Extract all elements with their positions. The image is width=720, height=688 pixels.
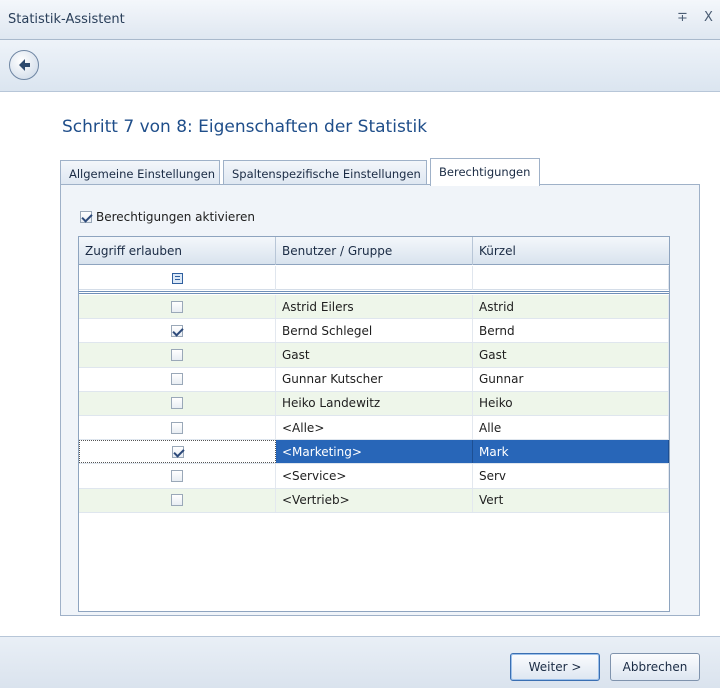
cancel-button[interactable]: Abbrechen bbox=[610, 653, 700, 681]
navigation-bar bbox=[0, 40, 720, 92]
next-button[interactable]: Weiter > bbox=[510, 653, 600, 681]
access-checkbox[interactable] bbox=[171, 324, 183, 337]
grid-header: Zugriff erlauben Benutzer / Gruppe Kürze… bbox=[79, 237, 669, 265]
activate-permissions-label: Berechtigungen aktivieren bbox=[96, 210, 255, 224]
table-row[interactable]: <Service> Serv bbox=[79, 464, 669, 489]
short-cell: Vert bbox=[473, 488, 669, 512]
window-title: Statistik-Assistent bbox=[8, 12, 125, 27]
short-cell: Alle bbox=[473, 415, 669, 440]
tab-allgemeine-einstellungen[interactable]: Allgemeine Einstellungen bbox=[60, 160, 220, 186]
short-cell: Heiko bbox=[473, 391, 669, 415]
title-bar: Statistik-Assistent ∓ X bbox=[0, 0, 720, 40]
short-cell: Gunnar bbox=[473, 367, 669, 391]
user-cell: Gast bbox=[276, 343, 473, 367]
table-row[interactable]: <Alle> Alle bbox=[79, 415, 669, 441]
table-row[interactable]: <Vertrieb> Vert bbox=[79, 488, 669, 513]
back-button[interactable] bbox=[9, 50, 39, 80]
filter-cell-short[interactable] bbox=[473, 266, 669, 290]
column-header-short[interactable]: Kürzel bbox=[473, 237, 669, 265]
table-row[interactable]: Gast Gast bbox=[79, 343, 669, 368]
table-row[interactable]: Heiko Landewitz Heiko bbox=[79, 391, 669, 416]
grid-separator bbox=[79, 291, 669, 294]
access-checkbox[interactable] bbox=[171, 494, 183, 507]
access-checkbox[interactable] bbox=[171, 373, 183, 386]
user-cell: <Service> bbox=[276, 464, 473, 488]
filter-cell-access[interactable] bbox=[79, 266, 276, 290]
back-arrow-icon bbox=[19, 59, 30, 71]
user-cell: Gunnar Kutscher bbox=[276, 367, 473, 391]
short-cell: Bernd bbox=[473, 319, 669, 343]
pin-icon[interactable]: ∓ bbox=[677, 10, 688, 25]
close-icon[interactable]: X bbox=[704, 10, 713, 25]
table-row[interactable]: Astrid Eilers Astrid bbox=[79, 295, 669, 320]
table-row-selected[interactable]: <Marketing> Mark bbox=[79, 440, 669, 465]
access-checkbox[interactable] bbox=[171, 397, 183, 410]
user-cell: <Vertrieb> bbox=[276, 488, 473, 512]
permissions-grid[interactable]: Zugriff erlauben Benutzer / Gruppe Kürze… bbox=[78, 236, 670, 612]
table-row[interactable]: Bernd Schlegel Bernd bbox=[79, 319, 669, 344]
user-cell: <Alle> bbox=[276, 415, 473, 440]
column-header-user[interactable]: Benutzer / Gruppe bbox=[276, 237, 473, 265]
user-cell: Heiko Landewitz bbox=[276, 391, 473, 415]
short-cell: Serv bbox=[473, 464, 669, 488]
access-checkbox[interactable] bbox=[171, 300, 183, 313]
filter-cell-user[interactable] bbox=[276, 266, 473, 290]
step-title: Schritt 7 von 8: Eigenschaften der Stati… bbox=[62, 117, 428, 137]
access-checkbox[interactable] bbox=[171, 421, 183, 434]
activate-permissions-checkbox[interactable] bbox=[80, 211, 92, 223]
short-cell: Astrid bbox=[473, 295, 669, 319]
grid-rows: Astrid Eilers Astrid Bernd Schlegel Bern… bbox=[79, 295, 669, 513]
access-checkbox[interactable] bbox=[171, 445, 184, 458]
user-cell: <Marketing> bbox=[276, 440, 473, 464]
filter-row bbox=[79, 266, 669, 290]
user-cell: Bernd Schlegel bbox=[276, 319, 473, 343]
column-header-access[interactable]: Zugriff erlauben bbox=[79, 237, 276, 265]
access-checkbox[interactable] bbox=[171, 469, 183, 482]
access-checkbox[interactable] bbox=[171, 348, 183, 361]
user-cell: Astrid Eilers bbox=[276, 295, 473, 319]
short-cell: Gast bbox=[473, 343, 669, 367]
tab-spaltenspezifische-einstellungen[interactable]: Spaltenspezifische Einstellungen bbox=[223, 160, 427, 186]
table-row[interactable]: Gunnar Kutscher Gunnar bbox=[79, 367, 669, 392]
short-cell: Mark bbox=[473, 440, 669, 464]
filter-icon[interactable] bbox=[171, 272, 183, 284]
activate-permissions-option[interactable]: Berechtigungen aktivieren bbox=[80, 210, 255, 224]
tab-berechtigungen[interactable]: Berechtigungen bbox=[430, 158, 540, 186]
